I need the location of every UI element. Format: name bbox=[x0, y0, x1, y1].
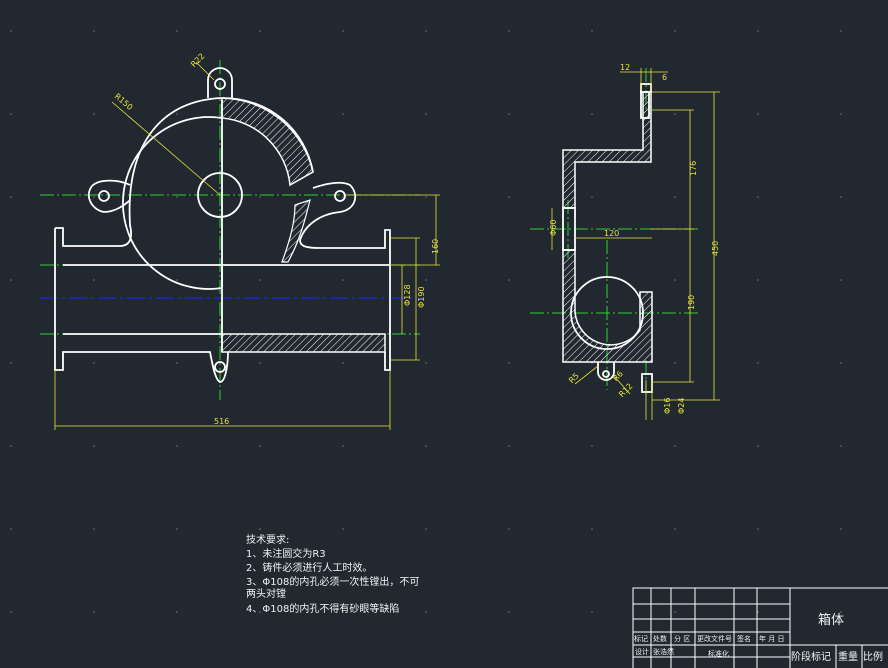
dim-450: 450 bbox=[711, 241, 720, 256]
tb-header-mark: 标记 bbox=[634, 634, 648, 643]
tb-header-sign: 签名 bbox=[737, 634, 751, 643]
tech-req-title: 技术要求: bbox=[246, 533, 289, 546]
dim-6: 6 bbox=[662, 73, 667, 82]
tech-req-line-4: 两头对镗 bbox=[246, 587, 286, 600]
tech-req-line-3: 3、Φ108的内孔必须一次性镗出，不可 bbox=[246, 575, 419, 588]
tb-stage-mark: 阶段标记 bbox=[791, 650, 831, 663]
dim-12: 12 bbox=[620, 63, 630, 72]
tb-weight: 重量 bbox=[838, 650, 858, 663]
dim-d60: Φ60 bbox=[549, 220, 558, 236]
tb-header-zone: 分 区 bbox=[674, 634, 690, 643]
title-part-name: 箱体 bbox=[818, 612, 844, 628]
dim-d128: Φ128 bbox=[403, 284, 412, 306]
dim-d190: Φ190 bbox=[417, 286, 426, 308]
dim-120: 120 bbox=[604, 229, 619, 238]
tb-standardization: 标准化 bbox=[708, 649, 729, 658]
tb-header-doc: 更改文件号 bbox=[697, 634, 732, 643]
dim-190: 190 bbox=[687, 295, 696, 310]
dim-160: 160 bbox=[431, 239, 440, 254]
pipe-wall-hatch bbox=[221, 333, 386, 353]
tb-design-label: 设计 bbox=[635, 647, 649, 656]
tb-header-date: 年 月 日 bbox=[759, 634, 784, 643]
dim-d24: Φ24 bbox=[677, 398, 686, 414]
tb-scale: 比例 bbox=[863, 650, 883, 663]
tech-req-line-1: 1、未注圆交为R3 bbox=[246, 547, 326, 560]
tb-designer: 张浩然 bbox=[653, 647, 674, 656]
tb-header-count: 处数 bbox=[653, 634, 667, 643]
tech-req-line-2: 2、铸件必须进行人工时效。 bbox=[246, 561, 372, 574]
tech-req-line-5: 4、Φ108的内孔不得有砂眼等缺陷 bbox=[246, 602, 399, 615]
cad-drawing-canvas[interactable]: R22 R150 160 Φ128 Φ190 516 12 6 176 450 … bbox=[0, 0, 888, 668]
dim-516: 516 bbox=[214, 417, 229, 426]
dim-d16: Φ16 bbox=[663, 398, 672, 414]
dim-176: 176 bbox=[689, 161, 698, 176]
